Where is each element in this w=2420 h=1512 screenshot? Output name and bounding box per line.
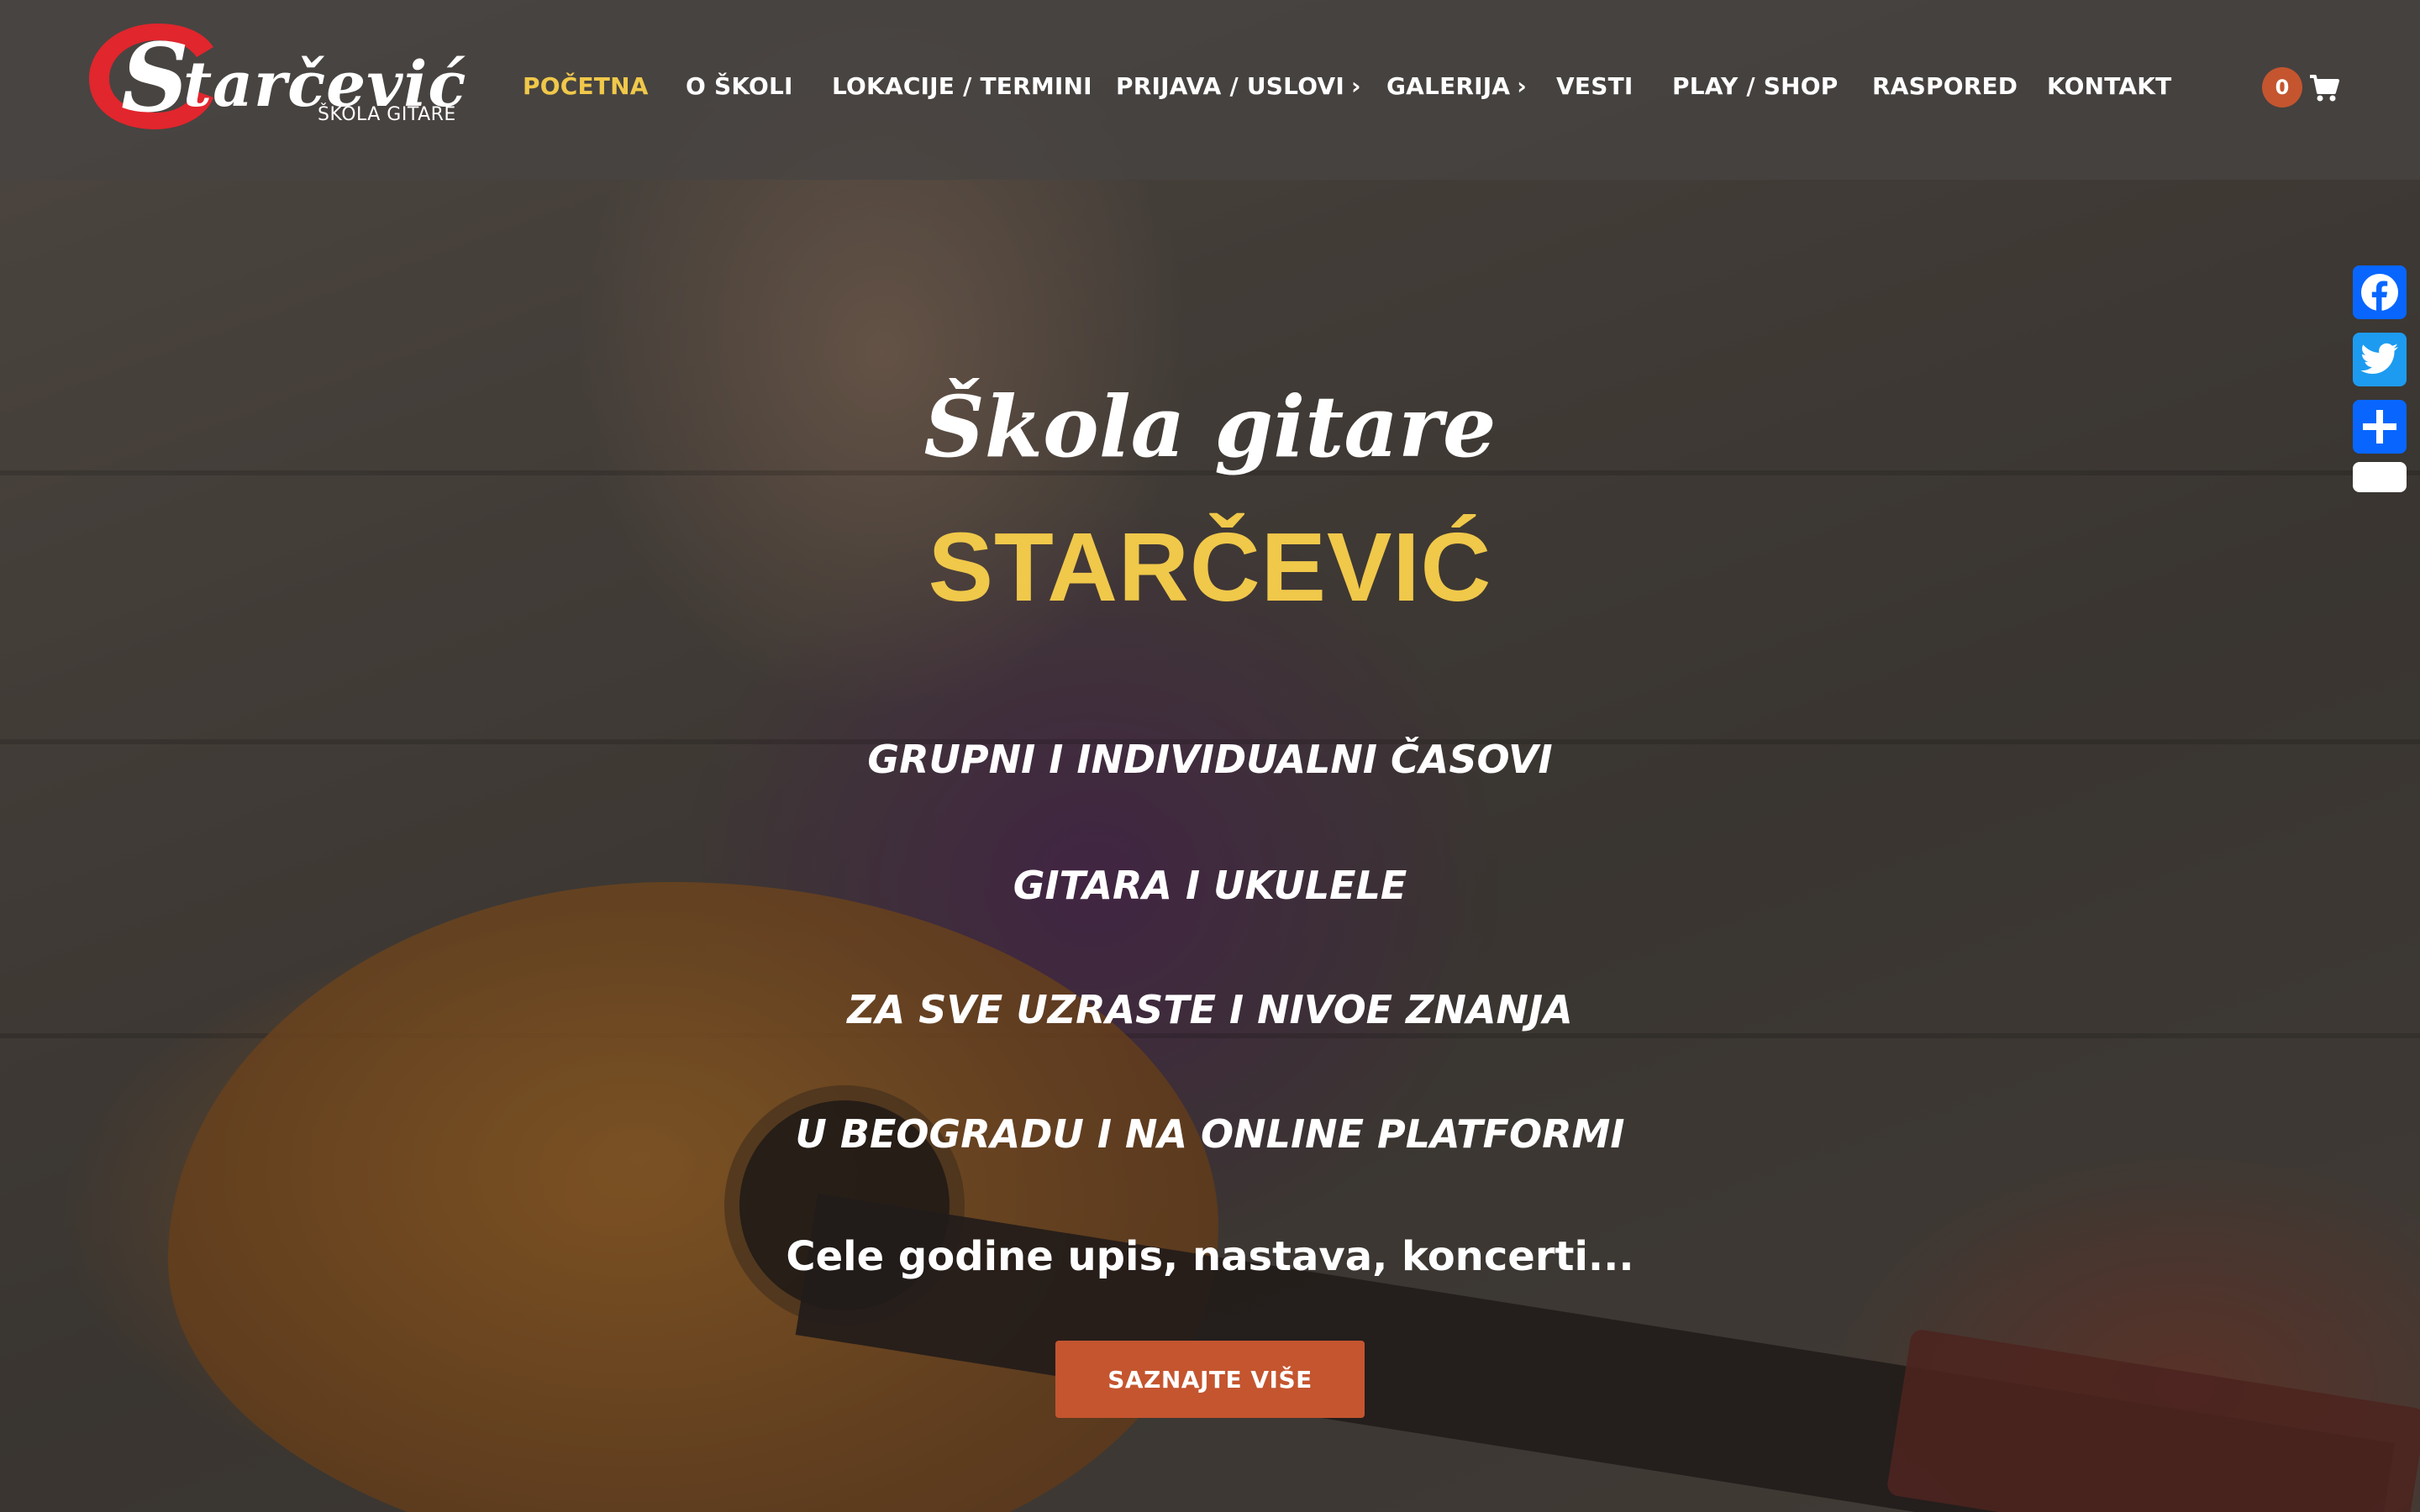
learn-more-button[interactable]: SAZNAJTE VIŠE xyxy=(1055,1341,1365,1418)
hero-script-title: Škola gitare xyxy=(923,377,1497,476)
share-minimize-button[interactable] xyxy=(2353,462,2407,492)
hero-feature-line: GRUPNI I INDIVIDUALNI ČASOVI xyxy=(867,737,1553,782)
hero-tagline: Cele godine upis, nastava, koncerti... xyxy=(786,1233,1634,1280)
share-more-button[interactable] xyxy=(2353,400,2407,454)
twitter-share-button[interactable] xyxy=(2353,333,2407,386)
hero-feature-line: ZA SVE UZRASTE I NIVOE ZNANJA xyxy=(847,987,1573,1032)
hero-feature-line: U BEOGRADU I NA ONLINE PLATFORMI xyxy=(795,1111,1625,1157)
facebook-icon xyxy=(2361,274,2398,311)
share-plus-icon xyxy=(2363,410,2396,444)
facebook-share-button[interactable] xyxy=(2353,265,2407,319)
twitter-icon xyxy=(2360,343,2398,374)
hero-section: Škola gitare STARČEVIĆ GRUPNI I INDIVIDU… xyxy=(0,0,2420,1512)
hero-feature-line: GITARA I UKULELE xyxy=(1013,863,1407,908)
hero-brand-title: STARČEVIĆ xyxy=(928,512,1492,622)
